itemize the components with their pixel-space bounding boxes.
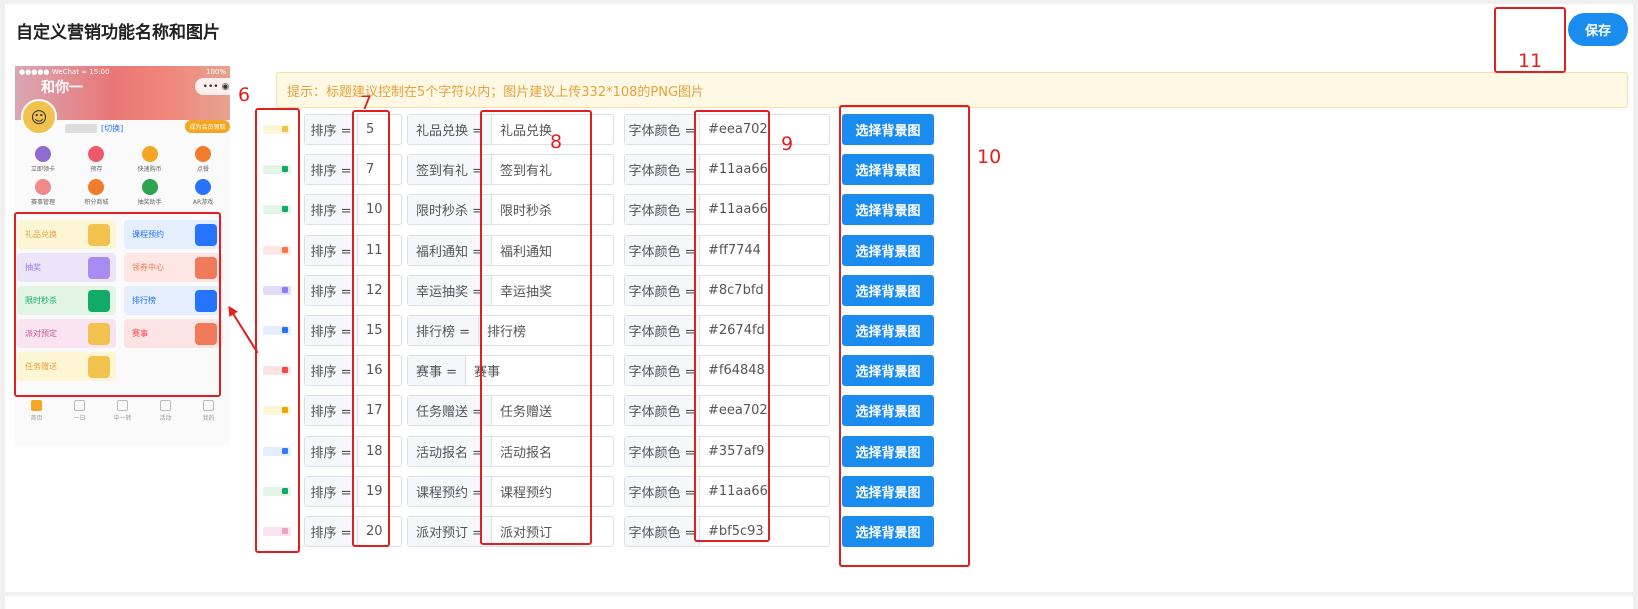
phone-tabbar: 首页 一日 中一转 活动 我的 bbox=[15, 400, 230, 430]
grid-item-icon bbox=[88, 146, 105, 162]
tip-banner: 提示：标题建议控制在5个字符以内；图片建议上传332*108的PNG图片 bbox=[276, 72, 1628, 108]
sort-label: 排序 = bbox=[305, 195, 358, 225]
grid-item[interactable]: AR游戏 bbox=[183, 179, 223, 206]
color-label: 字体颜色 = bbox=[625, 396, 700, 426]
grid-item[interactable]: 赛事管理 bbox=[23, 179, 63, 206]
grid-item-icon bbox=[141, 146, 158, 162]
grid-row: 赛事管理 积分商城 抽奖助手 AR游戏 bbox=[23, 179, 223, 206]
color-label: 字体颜色 = bbox=[625, 155, 700, 185]
tab-icon bbox=[203, 400, 214, 411]
name-label: 赛事 = bbox=[408, 356, 467, 386]
grid-row: 立即领卡 预存 快速购币 点餐 bbox=[23, 146, 223, 173]
grid-item-icon bbox=[88, 179, 105, 195]
page-title: 自定义营销功能名称和图片 bbox=[16, 23, 220, 43]
tab-label: 我的 bbox=[202, 415, 215, 422]
grid-item-label: 快速购币 bbox=[137, 166, 162, 173]
color-label: 字体颜色 = bbox=[625, 436, 700, 466]
avatar: ☺ bbox=[21, 99, 57, 135]
annotation-box-6 bbox=[255, 108, 300, 553]
grid-item[interactable]: 预存 bbox=[76, 146, 116, 173]
sort-label: 排序 = bbox=[305, 275, 358, 305]
grid-item[interactable]: 点餐 bbox=[183, 146, 223, 173]
grid-item-label: AR游戏 bbox=[192, 199, 214, 206]
bottom-strip bbox=[5, 596, 1633, 609]
tab-icon bbox=[74, 400, 85, 411]
grid-item-icon bbox=[35, 179, 51, 195]
tab-label: 活动 bbox=[159, 415, 172, 422]
annotation-box-7 bbox=[352, 110, 390, 547]
sort-label: 排序 = bbox=[305, 115, 358, 144]
grid-item-icon bbox=[35, 146, 51, 162]
sort-label: 排序 = bbox=[305, 517, 358, 546]
grid-item-icon bbox=[194, 146, 211, 162]
grid-item[interactable]: 快速购币 bbox=[130, 146, 170, 173]
status-left: ●●●●● WeChat ≈ 15:00 bbox=[19, 68, 110, 76]
sort-label: 排序 = bbox=[305, 356, 358, 386]
annotation-box-cards bbox=[14, 212, 221, 397]
status-right: 100% bbox=[205, 68, 226, 76]
color-label: 字体颜色 = bbox=[625, 235, 700, 265]
sort-label: 排序 = bbox=[305, 235, 358, 265]
annotation-box-10 bbox=[839, 105, 970, 567]
tab-item[interactable]: 我的 bbox=[194, 400, 224, 430]
phone-brand: 和你一 bbox=[41, 80, 83, 96]
annotation-label-8: 8 bbox=[550, 131, 563, 153]
sort-label: 排序 = bbox=[305, 396, 358, 426]
annotation-label-6: 6 bbox=[238, 84, 251, 106]
grid-item-icon bbox=[194, 179, 211, 195]
color-label: 字体颜色 = bbox=[625, 115, 700, 144]
save-button[interactable]: 保存 bbox=[1568, 13, 1628, 46]
tab-icon bbox=[160, 400, 171, 411]
sort-label: 排序 = bbox=[305, 436, 358, 466]
annotation-label-11: 11 bbox=[1518, 50, 1543, 72]
color-label: 字体颜色 = bbox=[625, 356, 700, 386]
tab-icon bbox=[117, 400, 128, 411]
name-label: 排行榜 = bbox=[408, 316, 480, 345]
grid-item[interactable]: 立即领卡 bbox=[23, 146, 63, 173]
grid-item-icon bbox=[141, 179, 158, 195]
tab-label: 中一转 bbox=[113, 415, 132, 422]
annotation-label-10: 10 bbox=[977, 146, 1002, 168]
tab-label: 首页 bbox=[30, 415, 43, 422]
phone-status-bar: ●●●●● WeChat ≈ 15:00 100% bbox=[19, 68, 226, 76]
tab-label: 一日 bbox=[73, 415, 86, 422]
sort-label: 排序 = bbox=[305, 316, 358, 345]
sort-label: 排序 = bbox=[305, 476, 358, 506]
color-label: 字体颜色 = bbox=[625, 316, 700, 345]
grid-item-label: 点餐 bbox=[196, 166, 209, 173]
color-label: 字体颜色 = bbox=[625, 476, 700, 506]
grid-item-label: 积分商城 bbox=[84, 199, 109, 206]
switch-link[interactable]: [切换] bbox=[101, 123, 123, 134]
function-grid: 立即领卡 预存 快速购币 点餐赛事管理 积分商城 抽奖助手 AR游戏 bbox=[23, 146, 223, 212]
sort-label: 排序 = bbox=[305, 155, 358, 185]
phone-user: [切换] bbox=[65, 122, 125, 134]
grid-item-label: 赛事管理 bbox=[30, 199, 55, 206]
grid-item[interactable]: 抽奖助手 bbox=[130, 179, 170, 206]
grid-item-label: 预存 bbox=[90, 166, 103, 173]
tab-item[interactable]: 一日 bbox=[65, 400, 95, 430]
tab-icon bbox=[31, 400, 42, 411]
grid-item-label: 立即领卡 bbox=[30, 166, 55, 173]
annotation-box-9 bbox=[694, 110, 770, 542]
annotation-label-9: 9 bbox=[781, 133, 794, 155]
tab-item[interactable]: 中一转 bbox=[108, 400, 138, 430]
color-label: 字体颜色 = bbox=[625, 517, 700, 546]
color-label: 字体颜色 = bbox=[625, 275, 700, 305]
grid-item-label: 抽奖助手 bbox=[137, 199, 162, 206]
tab-item[interactable]: 首页 bbox=[22, 400, 52, 430]
blurred-username bbox=[65, 123, 97, 133]
vip-badge[interactable]: 成为会员领取 bbox=[185, 120, 230, 133]
tab-item[interactable]: 活动 bbox=[151, 400, 181, 430]
annotation-label-7: 7 bbox=[360, 92, 373, 114]
annotation-box-8 bbox=[480, 110, 592, 545]
grid-item[interactable]: 积分商城 bbox=[76, 179, 116, 206]
mini-program-capsule[interactable]: ••• ◉ bbox=[195, 78, 230, 95]
color-label: 字体颜色 = bbox=[625, 195, 700, 225]
